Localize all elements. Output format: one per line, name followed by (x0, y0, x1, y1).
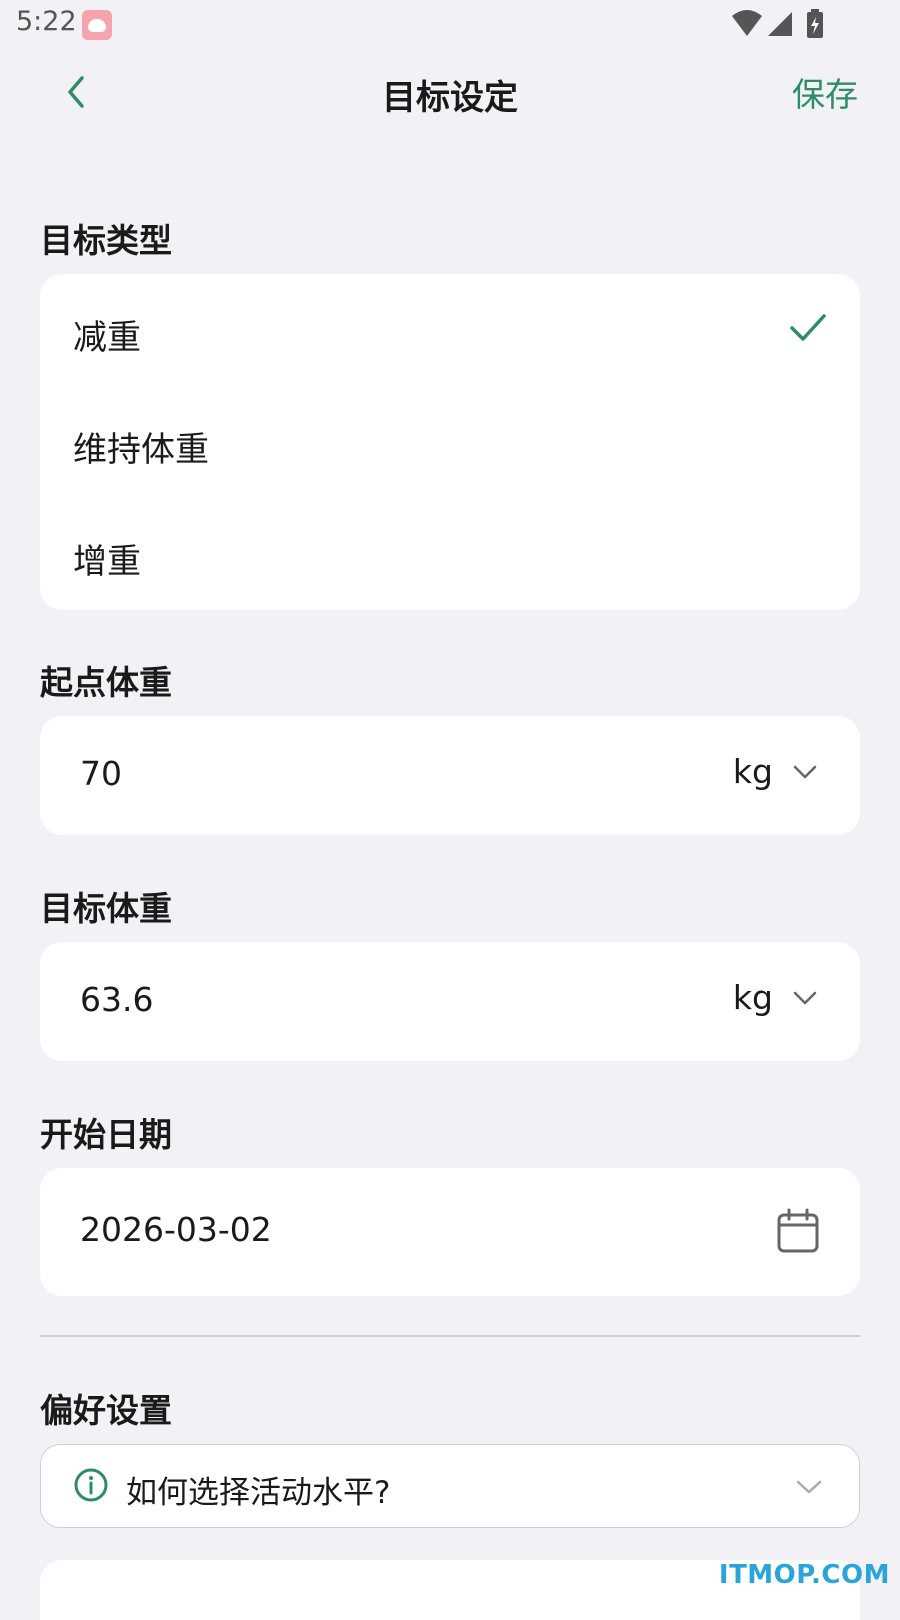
section-divider (40, 1335, 860, 1337)
start-weight-value[interactable]: 70 (80, 754, 122, 793)
goal-option-lose-weight[interactable]: 减重 (40, 274, 860, 384)
calendar-icon[interactable] (776, 1208, 820, 1254)
status-bar: 5:22 (0, 0, 900, 48)
goal-option-label: 减重 (73, 318, 141, 358)
unit-label: kg (732, 978, 773, 1017)
start-weight-label: 起点体重 (40, 663, 172, 702)
start-weight-unit-selector[interactable]: kg (733, 752, 818, 796)
target-weight-unit-selector[interactable]: kg (733, 978, 818, 1022)
goal-type-label: 目标类型 (40, 221, 172, 260)
activity-level-help-expander[interactable]: 如何选择活动水平? (40, 1444, 860, 1528)
preferences-label: 偏好设置 (40, 1391, 172, 1430)
signal-icon (768, 12, 792, 36)
start-date-field[interactable]: 2026-03-02 (40, 1168, 860, 1296)
app-notification-icon (82, 10, 112, 40)
target-weight-field[interactable]: 63.6 kg (40, 942, 860, 1061)
info-text: 如何选择活动水平? (126, 1475, 391, 1511)
status-icons (732, 9, 823, 38)
chevron-down-icon (793, 991, 817, 1004)
page-title: 目标设定 (382, 78, 518, 118)
app-bar: 目标设定 保存 (0, 50, 900, 140)
start-date-value: 2026-03-02 (80, 1210, 272, 1249)
battery-icon (807, 9, 823, 38)
target-weight-value[interactable]: 63.6 (80, 980, 153, 1019)
unit-label: kg (732, 752, 773, 791)
goal-type-card: 减重 维持体重 增重 (40, 274, 860, 610)
info-icon (74, 1468, 108, 1502)
start-weight-field[interactable]: 70 kg (40, 716, 860, 835)
goal-option-gain-weight[interactable]: 增重 (40, 498, 860, 608)
start-date-label: 开始日期 (40, 1115, 172, 1154)
goal-option-maintain-weight[interactable]: 维持体重 (40, 386, 860, 496)
check-icon (790, 314, 826, 341)
goal-option-label: 维持体重 (73, 430, 209, 470)
chevron-down-icon (793, 765, 817, 778)
target-weight-label: 目标体重 (40, 889, 172, 928)
watermark: ITMOP.COM (718, 1560, 890, 1590)
chevron-down-icon (796, 1480, 822, 1494)
wifi-icon (732, 10, 762, 36)
goal-option-label: 增重 (73, 542, 141, 582)
save-button[interactable]: 保存 (792, 68, 858, 116)
status-time: 5:22 (16, 6, 77, 37)
